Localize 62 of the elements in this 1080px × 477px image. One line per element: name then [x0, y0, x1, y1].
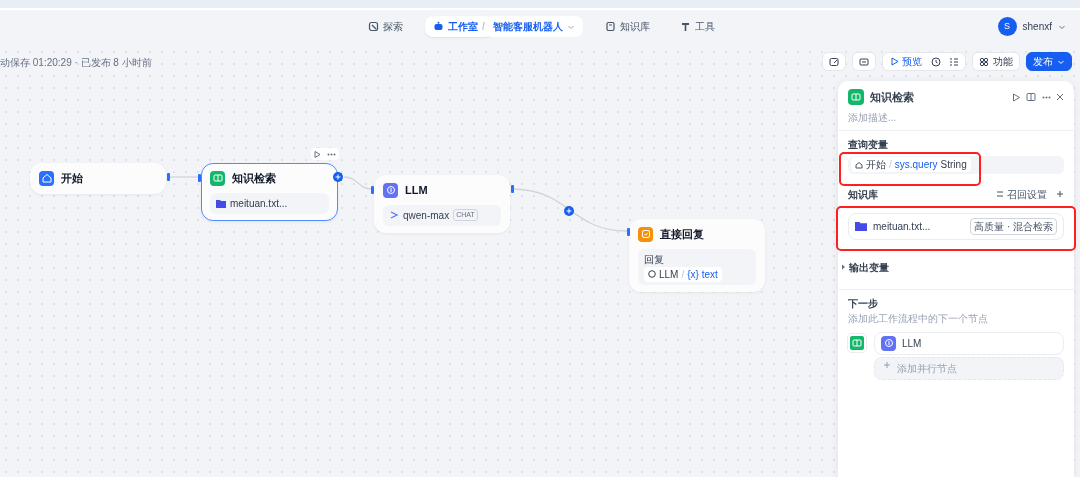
- add-node-icon[interactable]: [333, 172, 343, 182]
- more-icon[interactable]: [327, 152, 336, 156]
- node-title: LLM: [405, 183, 428, 198]
- output-handle[interactable]: [511, 185, 514, 193]
- section-label: 知识库: [848, 187, 878, 202]
- features-button[interactable]: 功能: [972, 52, 1020, 71]
- section-label[interactable]: 输出变量: [848, 259, 889, 275]
- apps-icon: [979, 56, 989, 67]
- folder-icon: [216, 198, 226, 208]
- node-title: 知识检索: [232, 171, 276, 186]
- nav-tab[interactable]: 工具: [671, 16, 723, 37]
- env-icon: [859, 56, 870, 67]
- add-icon[interactable]: [1056, 190, 1064, 198]
- node-title: 直接回复: [660, 227, 704, 242]
- add-node-icon[interactable]: [564, 206, 574, 216]
- section-label: 下一步: [848, 296, 879, 311]
- user-name[interactable]: shenxf: [1022, 19, 1052, 34]
- preview-button[interactable]: 预览: [889, 53, 923, 70]
- edge-line: [343, 176, 373, 190]
- play-icon: [890, 57, 900, 66]
- publish-button[interactable]: 发布: [1026, 52, 1072, 71]
- play-icon[interactable]: [1011, 92, 1021, 102]
- field-label: 回复: [644, 252, 665, 267]
- workflow-node[interactable]: 开始: [30, 163, 166, 194]
- workflow-node[interactable]: 知识检索 meituan.txt...: [201, 163, 338, 221]
- model-name: qwen-max: [403, 208, 450, 223]
- workflow-node[interactable]: 直接回复 回复 LLM / {x} text: [629, 219, 765, 292]
- recall-settings-button[interactable]: 召回设置: [995, 185, 1048, 203]
- next-node[interactable]: LLM: [874, 331, 1064, 355]
- play-icon[interactable]: [314, 150, 321, 158]
- folder-icon: [855, 221, 867, 231]
- save-status: 动保存 01:20:29 · 已发布 8 小时前: [0, 56, 152, 70]
- user-avatar[interactable]: S: [997, 17, 1017, 36]
- input-handle[interactable]: [627, 228, 630, 236]
- query-field[interactable]: 开始 / sys.query String: [848, 155, 1064, 174]
- add-icon: [883, 360, 891, 369]
- export-icon: [829, 56, 840, 67]
- robot-icon: [433, 21, 444, 32]
- model-icon: [389, 210, 399, 220]
- output-handle[interactable]: [167, 173, 170, 181]
- more-icon[interactable]: [1041, 95, 1051, 99]
- list-icon[interactable]: [949, 56, 959, 67]
- caret-right-icon[interactable]: [841, 264, 846, 270]
- checklist-button[interactable]: [822, 52, 847, 71]
- nav-tab[interactable]: 探索: [360, 16, 411, 37]
- panel-title: 知识检索: [869, 90, 914, 105]
- history-icon[interactable]: [931, 56, 941, 67]
- nav-tab[interactable]: 知识库: [596, 16, 658, 37]
- dataset-tag: 高质量 · 混合检索: [970, 217, 1057, 235]
- close-icon[interactable]: [1056, 93, 1064, 102]
- reply-icon: [638, 226, 653, 242]
- env-button[interactable]: [852, 52, 877, 71]
- dataset-item: meituan.txt...: [210, 192, 329, 214]
- variable-reference: LLM / {x} text: [644, 266, 722, 282]
- home-icon: [855, 160, 863, 169]
- section-label: 查询变量: [848, 137, 889, 152]
- node-title: 开始: [61, 171, 83, 186]
- dataset-item[interactable]: meituan.txt... 高质量 · 混合检索: [848, 212, 1064, 240]
- variable-reference: 开始 / sys.query String: [851, 157, 971, 172]
- input-handle[interactable]: [198, 174, 201, 182]
- home-icon: [39, 170, 54, 186]
- input-handle[interactable]: [371, 186, 374, 194]
